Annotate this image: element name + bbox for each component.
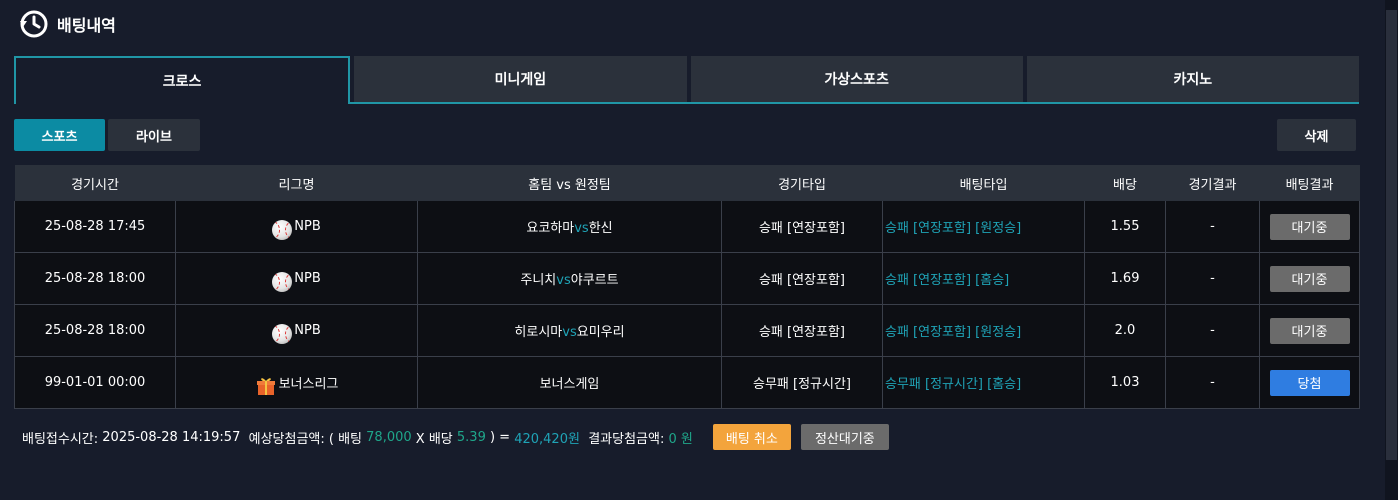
expected-amount: 420,420원 [514,431,580,447]
table-row: 99-01-01 00:00 보너스리그 보너스게임 승무패 [정규시간] 승무… [14,356,1360,409]
cell-odds: 2.0 [1084,304,1166,357]
bet-history-table: 경기시간 리그명 홈팀 vs 원정팀 경기타입 배팅타입 배당 경기결과 배팅결… [14,165,1360,409]
bet-result-pending-button[interactable]: 대기중 [1269,317,1350,344]
league-name: NPB [294,219,321,234]
away-team: 한신 [588,221,613,236]
league-name: NPB [294,271,321,286]
subtab-sports-button[interactable]: 스포츠 [14,119,105,151]
tab-minigame[interactable]: 미니게임 [354,56,687,102]
cell-teams: 히로시마vs요미우리 [417,304,722,357]
cell-odds: 1.55 [1084,201,1166,253]
league-name: 보너스리그 [278,377,339,392]
col-header-game-result: 경기결과 [1165,165,1260,201]
category-tabs: 크로스 미니게임 가상스포츠 카지노 [14,56,1359,104]
cell-time: 99-01-01 00:00 [14,356,176,409]
cell-odds: 1.69 [1084,252,1166,305]
cell-game-result: - [1165,356,1260,409]
cell-odds: 1.03 [1084,356,1166,409]
baseball-icon [272,323,293,344]
cell-bet-result: 대기중 [1259,304,1360,357]
cell-time: 25-08-28 17:45 [14,201,176,253]
cell-teams: 주니치vs야쿠르트 [417,252,722,305]
table-row: 25-08-28 18:00 NPB 주니치vs야쿠르트 승패 [연장포함] 승… [14,252,1360,305]
tab-cross[interactable]: 크로스 [14,56,351,104]
bet-time-label: 배팅접수시간: [22,431,103,447]
cell-teams: 보너스게임 [417,356,722,409]
bet-amount: 78,000 [366,429,412,445]
vs-label: vs [556,273,571,288]
settlement-pending-button[interactable]: 정산대기중 [800,424,889,450]
result-label: 결과당첨금액: [579,431,669,447]
cell-league: NPB [175,304,418,357]
delete-button[interactable]: 삭제 [1277,119,1356,151]
bet-result-pending-button[interactable]: 대기중 [1269,213,1350,240]
baseball-icon [272,219,293,240]
baseball-icon [272,271,293,292]
equals-label: ) = [485,429,515,445]
result-amount: 0 원 [668,431,693,447]
total-odds: 5.39 [456,429,486,445]
cell-game-type: 승무패 [정규시간] [721,356,883,409]
home-team: 주니치 [520,273,557,288]
home-team: 히로시마 [514,325,563,340]
col-header-bet-type: 배팅타입 [882,165,1085,201]
home-team: 요코하마 [526,221,575,236]
bet-result-pending-button[interactable]: 대기중 [1269,265,1350,292]
cell-game-result: - [1165,201,1260,253]
subtab-live-button[interactable]: 라이브 [108,119,200,151]
league-name: NPB [294,323,321,338]
col-header-teams: 홈팀 vs 원정팀 [417,165,722,201]
bet-result-win-button[interactable]: 당첨 [1269,369,1350,396]
cell-game-type: 승패 [연장포함] [721,304,883,357]
col-header-time: 경기시간 [14,165,176,201]
cell-teams: 요코하마vs한신 [417,201,722,253]
cell-league: 보너스리그 [175,356,418,409]
cell-bet-result: 대기중 [1259,252,1360,305]
page-title: 배팅내역 [57,16,116,35]
cell-bet-type: 승패 [연장포함] [원정승] [882,201,1085,253]
cell-bet-result: 당첨 [1259,356,1360,409]
odds-label: X 배당 [411,431,457,447]
away-team: 요미우리 [576,325,625,340]
cancel-bet-button[interactable]: 배팅 취소 [712,424,791,450]
cell-bet-type: 승패 [연장포함] [원정승] [882,304,1085,357]
col-header-odds: 배당 [1084,165,1166,201]
cell-game-result: - [1165,304,1260,357]
table-row: 25-08-28 18:00 NPB 히로시마vs요미우리 승패 [연장포함] … [14,304,1360,357]
tab-casino[interactable]: 카지노 [1026,56,1359,102]
history-clock-icon [20,10,48,38]
away-team: 야쿠르트 [570,273,619,288]
table-row: 25-08-28 17:45 NPB 요코하마vs한신 승패 [연장포함] 승패… [14,201,1360,253]
cell-bet-type: 승패 [연장포함] [홈승] [882,252,1085,305]
col-header-bet-result: 배팅결과 [1259,165,1360,201]
page-scrollbar[interactable] [1385,0,1398,500]
home-team: 보너스게임 [539,377,600,392]
cell-game-type: 승패 [연장포함] [721,252,883,305]
gift-box-icon [256,377,275,395]
scrollbar-thumb[interactable] [1386,10,1397,460]
cell-game-type: 승패 [연장포함] [721,201,883,253]
bet-summary: 배팅접수시간: 2025-08-28 14:19:57 예상당첨금액: ( 배팅… [22,424,889,450]
cell-league: NPB [175,252,418,305]
tab-virtual-sports[interactable]: 가상스포츠 [690,56,1023,102]
bet-time-value: 2025-08-28 14:19:57 [102,429,241,445]
cell-bet-type: 승무패 [정규시간] [홈승] [882,356,1085,409]
cell-time: 25-08-28 18:00 [14,304,176,357]
vs-label: vs [562,325,577,340]
cell-league: NPB [175,201,418,253]
col-header-league: 리그명 [175,165,418,201]
table-header-row: 경기시간 리그명 홈팀 vs 원정팀 경기타입 배팅타입 배당 경기결과 배팅결… [14,165,1360,201]
vs-label: vs [574,221,589,236]
cell-time: 25-08-28 18:00 [14,252,176,305]
expected-label: 예상당첨금액: ( 배팅 [240,431,367,447]
cell-bet-result: 대기중 [1259,201,1360,253]
cell-game-result: - [1165,252,1260,305]
page-header: 배팅내역 [17,8,116,40]
col-header-game-type: 경기타입 [721,165,883,201]
